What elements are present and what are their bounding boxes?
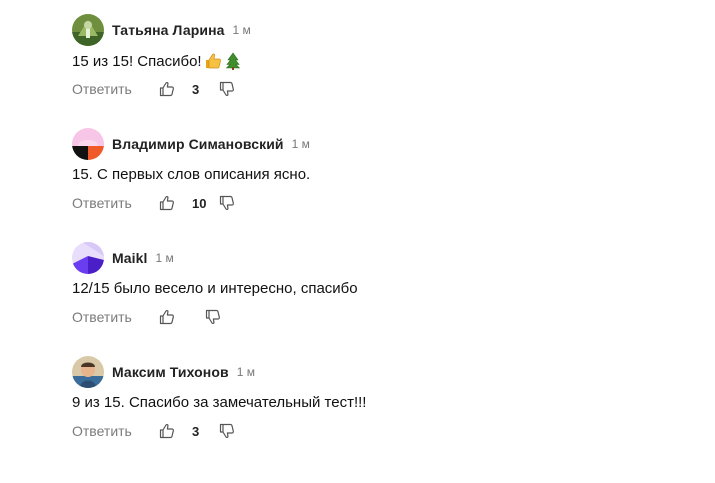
dislike-button[interactable]	[218, 80, 236, 98]
thumbs-up-outline-icon	[159, 423, 174, 439]
comment-body: 12/15 было весело и интересно, спасибо	[72, 280, 358, 297]
comment: Татьяна Ларина 1 м 15 из 15! Спасибо! От…	[72, 14, 692, 104]
like-button[interactable]	[158, 194, 176, 212]
comment-time: 1 м	[236, 365, 255, 379]
like-button[interactable]	[158, 80, 176, 98]
likes-count: 3	[192, 423, 200, 439]
comment-header: Максим Тихонов 1 м	[72, 356, 255, 388]
dislike-button[interactable]	[218, 422, 236, 440]
comment-time: 1 м	[291, 137, 310, 151]
reply-button[interactable]: Ответить	[72, 309, 158, 325]
author-name[interactable]: Maikl	[112, 250, 148, 266]
thumbs-up-outline-icon	[159, 309, 174, 325]
comment-header: Maikl 1 м	[72, 242, 174, 274]
comment-header: Татьяна Ларина 1 м	[72, 14, 251, 46]
reply-button[interactable]: Ответить	[72, 423, 158, 439]
comment: Максим Тихонов 1 м 9 из 15. Спасибо за з…	[72, 356, 692, 446]
comment-text: 15 из 15! Спасибо!	[72, 52, 242, 70]
comment-actions: Ответить 10	[72, 194, 236, 212]
comment-actions: Ответить 3	[72, 422, 236, 440]
thumbs-down-outline-icon	[219, 423, 234, 439]
dislike-button[interactable]	[204, 308, 222, 326]
comment: Maikl 1 м 12/15 было весело и интересно,…	[72, 242, 692, 332]
comment: Владимир Симановский 1 м 15. С первых сл…	[72, 128, 692, 218]
comment-body: 9 из 15. Спасибо за замечательный тест!!…	[72, 394, 367, 411]
thumbs-up-outline-icon	[159, 81, 174, 97]
avatar[interactable]	[72, 356, 104, 388]
dislike-button[interactable]	[218, 194, 236, 212]
avatar[interactable]	[72, 242, 104, 274]
comment-time: 1 м	[155, 251, 174, 265]
comment-actions: Ответить	[72, 308, 222, 326]
likes-count: 3	[192, 81, 200, 97]
avatar[interactable]	[72, 128, 104, 160]
author-name[interactable]: Татьяна Ларина	[112, 22, 225, 38]
evergreen-tree-emoji-icon	[224, 52, 242, 70]
thumbs-down-outline-icon	[219, 81, 234, 97]
comment-body: 15 из 15! Спасибо!	[72, 52, 202, 70]
thumbs-down-outline-icon	[205, 309, 220, 325]
comment-text: 9 из 15. Спасибо за замечательный тест!!…	[72, 394, 366, 411]
thumbs-down-outline-icon	[219, 195, 234, 211]
author-name[interactable]: Владимир Симановский	[112, 136, 284, 152]
comments-list: Татьяна Ларина 1 м 15 из 15! Спасибо! От…	[0, 0, 715, 483]
reply-button[interactable]: Ответить	[72, 81, 158, 97]
comment-text: 15. С первых слов описания ясно.	[72, 166, 310, 183]
thumbs-up-outline-icon	[159, 195, 174, 211]
likes-count: 10	[192, 195, 207, 211]
comment-time: 1 м	[232, 23, 251, 37]
comment-header: Владимир Симановский 1 м	[72, 128, 310, 160]
like-button[interactable]	[158, 422, 176, 440]
reply-button[interactable]: Ответить	[72, 195, 158, 211]
comment-text: 12/15 было весело и интересно, спасибо	[72, 280, 358, 297]
avatar[interactable]	[72, 14, 104, 46]
like-button[interactable]	[158, 308, 176, 326]
thumbs-up-emoji-icon	[204, 52, 222, 70]
author-name[interactable]: Максим Тихонов	[112, 364, 229, 380]
comment-body: 15. С первых слов описания ясно.	[72, 166, 311, 183]
comment-actions: Ответить 3	[72, 80, 236, 98]
